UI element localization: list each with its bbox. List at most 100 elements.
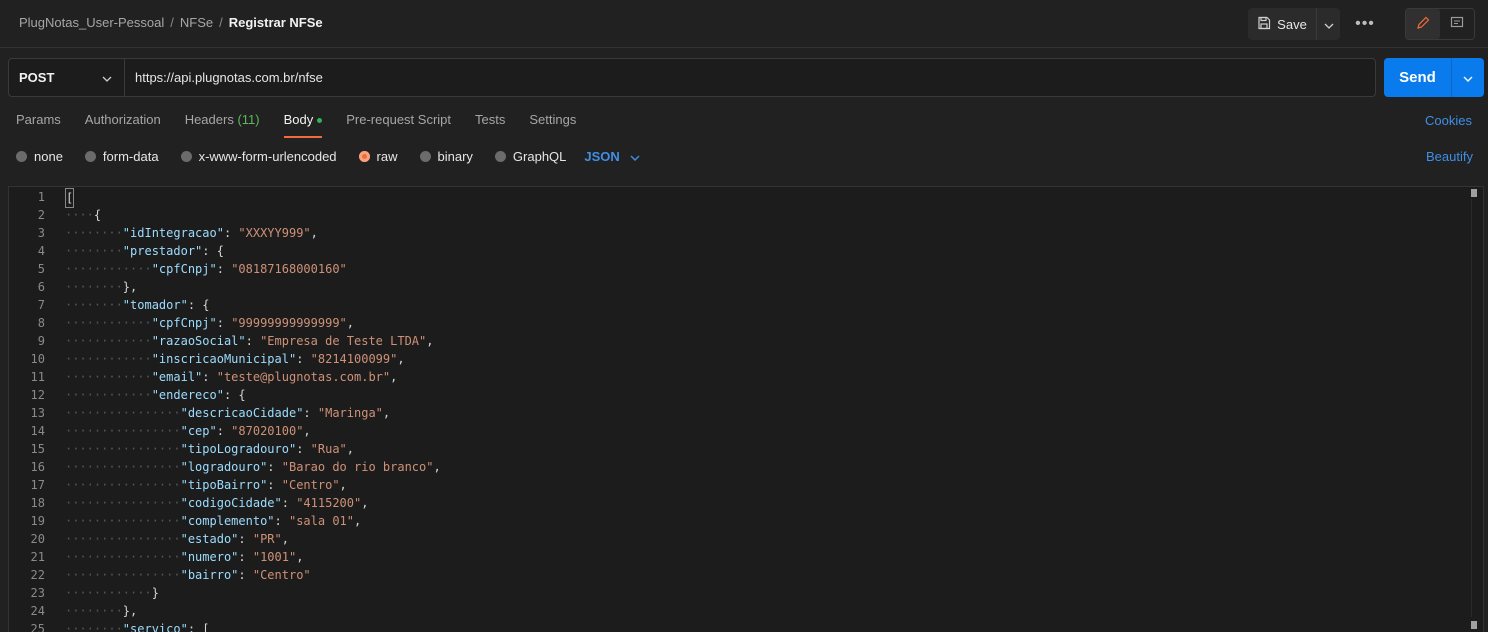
tab-params[interactable]: Params: [16, 112, 61, 135]
indent-guide: ········: [65, 604, 123, 618]
json-key: "cep": [180, 424, 217, 438]
breadcrumb-collection[interactable]: NFSe: [180, 15, 213, 30]
more-actions-button[interactable]: •••: [1350, 8, 1380, 40]
request-name[interactable]: Registrar NFSe: [229, 15, 323, 30]
indent-guide: ············: [65, 262, 152, 276]
body-type-urlencoded[interactable]: x-www-form-urlencoded: [180, 149, 337, 164]
tab-body[interactable]: Body: [283, 112, 323, 138]
line-number: 8: [37, 316, 45, 330]
code-line[interactable]: ················"numero": "1001",: [65, 548, 1469, 566]
code-line[interactable]: ················"descricaoCidade": "Mari…: [65, 404, 1469, 422]
json-punctuation: {: [238, 388, 246, 402]
edit-mode-button[interactable]: [1406, 9, 1440, 39]
json-key: "email": [151, 370, 203, 384]
code-line[interactable]: ············"razaoSocial": "Empresa de T…: [65, 332, 1469, 350]
indent-guide: ················: [65, 550, 181, 564]
indent-guide: ············: [65, 388, 152, 402]
body-type-raw[interactable]: raw: [358, 149, 398, 164]
code-line[interactable]: ············"endereco": {: [65, 386, 1469, 404]
url-input[interactable]: [125, 59, 1375, 96]
json-string-value: "Barao do rio branco": [281, 460, 434, 474]
save-label: Save: [1277, 16, 1307, 32]
indent-guide: ············: [65, 334, 152, 348]
tab-headers[interactable]: Headers (11): [185, 112, 260, 135]
radio-raw[interactable]: [358, 151, 370, 162]
breadcrumb-workspace[interactable]: PlugNotas_User-Pessoal: [19, 15, 164, 30]
code-line[interactable]: ········"idIntegracao": "XXXYY999",: [65, 224, 1469, 242]
code-line[interactable]: ····{: [65, 206, 1469, 224]
json-punctuation: ,: [346, 442, 354, 456]
indent-guide: ········: [65, 622, 123, 632]
json-string-value: "Empresa de Teste LTDA": [260, 334, 427, 348]
tab-pre-request-script[interactable]: Pre-request Script: [346, 112, 451, 135]
line-number: 25: [30, 622, 45, 632]
code-line[interactable]: ················"logradouro": "Barao do …: [65, 458, 1469, 476]
code-line[interactable]: ················"estado": "PR",: [65, 530, 1469, 548]
send-options-button[interactable]: [1451, 58, 1484, 97]
code-line[interactable]: ············"cpfCnpj": "08187168000160": [65, 260, 1469, 278]
radio-form-data[interactable]: [84, 151, 96, 162]
body-type-binary-label: binary: [437, 149, 473, 164]
save-button[interactable]: Save: [1248, 8, 1316, 40]
code-line[interactable]: ········},: [65, 602, 1469, 620]
scroll-down-arrow[interactable]: [1471, 621, 1477, 629]
method-select[interactable]: POST: [9, 59, 125, 96]
scroll-track[interactable]: [1471, 199, 1477, 617]
code-content[interactable]: [····{········"idIntegracao": "XXXYY999"…: [65, 187, 1469, 632]
code-line[interactable]: ········},: [65, 278, 1469, 296]
code-line[interactable]: ············}: [65, 584, 1469, 602]
editor-scrollbar[interactable]: [1471, 189, 1479, 629]
json-punctuation: :: [216, 424, 232, 438]
line-number: 10: [30, 352, 45, 366]
json-string-value: "Centro": [281, 478, 340, 492]
tab-authorization[interactable]: Authorization: [85, 112, 161, 135]
json-punctuation: ,: [354, 514, 362, 528]
line-number: 24: [30, 604, 45, 618]
code-line[interactable]: ················"bairro": "Centro": [65, 566, 1469, 584]
json-key: "endereco": [151, 388, 224, 402]
code-line[interactable]: ················"cep": "87020100",: [65, 422, 1469, 440]
json-key: "codigoCidade": [180, 496, 282, 510]
code-line[interactable]: ············"cpfCnpj": "99999999999999",: [65, 314, 1469, 332]
line-number: 22: [30, 568, 45, 582]
send-button[interactable]: Send: [1384, 58, 1451, 97]
code-line[interactable]: ················"tipoLogradouro": "Rua",: [65, 440, 1469, 458]
beautify-button[interactable]: Beautify: [1426, 149, 1473, 164]
breadcrumb: PlugNotas_User-Pessoal / NFSe / Registra…: [19, 15, 323, 30]
json-punctuation: [: [202, 622, 210, 632]
radio-none[interactable]: [16, 151, 27, 162]
cookies-link[interactable]: Cookies: [1425, 113, 1472, 128]
code-line[interactable]: ············"email": "teste@plugnotas.co…: [65, 368, 1469, 386]
request-tabs: Params Authorization Headers (11) Body P…: [16, 112, 576, 138]
language-select[interactable]: JSON: [584, 149, 640, 164]
json-punctuation: {: [202, 298, 210, 312]
scroll-up-arrow[interactable]: [1471, 189, 1477, 197]
json-key: "servico": [122, 622, 188, 632]
code-line[interactable]: ················"codigoCidade": "4115200…: [65, 494, 1469, 512]
tab-tests[interactable]: Tests: [475, 112, 505, 135]
code-line[interactable]: [: [65, 188, 1469, 208]
radio-urlencoded[interactable]: [180, 151, 192, 162]
comment-icon: [1450, 16, 1464, 33]
line-number: 13: [30, 406, 45, 420]
code-editor[interactable]: 1 2 3 4 5 6 7 8 9 10 11 12 13 14 15 16 17 18 19 20 21 22 23 24 2…: [8, 186, 1484, 632]
body-type-binary[interactable]: binary: [419, 149, 473, 164]
indent-guide: ················: [65, 424, 181, 438]
code-line[interactable]: ················"tipoBairro": "Centro",: [65, 476, 1469, 494]
code-line[interactable]: ········"prestador": {: [65, 242, 1469, 260]
code-line[interactable]: ········"tomador": {: [65, 296, 1469, 314]
body-type-none[interactable]: none: [16, 149, 63, 164]
code-line[interactable]: ················"complemento": "sala 01"…: [65, 512, 1469, 530]
comments-mode-button[interactable]: [1440, 9, 1474, 39]
radio-binary[interactable]: [419, 151, 431, 162]
json-key: "tipoBairro": [180, 478, 268, 492]
body-type-form-data[interactable]: form-data: [84, 149, 159, 164]
indent-guide: ················: [65, 478, 181, 492]
radio-graphql[interactable]: [494, 151, 506, 162]
code-line[interactable]: ············"inscricaoMunicipal": "82141…: [65, 350, 1469, 368]
code-line[interactable]: ········"servico": [: [65, 620, 1469, 632]
tab-settings[interactable]: Settings: [529, 112, 576, 135]
json-key: "tipoLogradouro": [180, 442, 297, 456]
body-type-graphql[interactable]: GraphQL: [494, 149, 566, 164]
save-options-button[interactable]: [1316, 8, 1340, 40]
